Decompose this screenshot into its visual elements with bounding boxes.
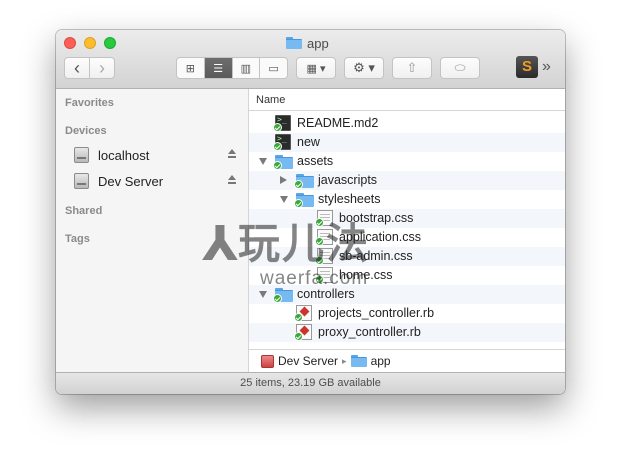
synced-check-icon [294, 180, 303, 189]
sidebar-item-localhost[interactable]: localhost [74, 145, 244, 165]
file-row[interactable]: home.css [249, 266, 565, 285]
synced-check-icon [315, 256, 324, 265]
file-name: controllers [297, 287, 355, 301]
sublime-letter: S [521, 58, 532, 75]
sidebar-item-label: localhost [98, 147, 150, 163]
list-view-icon: ☰ [213, 62, 224, 75]
path-item-dev-server[interactable]: Dev Server [278, 354, 338, 368]
file-name: assets [297, 154, 334, 168]
file-name: new [297, 135, 320, 149]
view-switcher: ⊞ ☰ ▥ ▭ [176, 57, 288, 79]
back-icon: ‹ [74, 57, 80, 78]
file-row[interactable]: new [249, 133, 565, 152]
sidebar-item-label: Dev Server [98, 173, 164, 189]
column-view-icon: ▥ [240, 62, 252, 75]
arrange-button[interactable]: ▦ ▾ [296, 57, 336, 79]
back-button[interactable]: ‹ [64, 57, 90, 79]
folder-icon [350, 355, 367, 367]
synced-check-icon [315, 218, 324, 227]
title-bar: app ‹ › ⊞ ☰ ▥ ▭ ▦ ▾ ⚙ ▾ ⇧ ⬭ S » [56, 30, 565, 89]
window-title-text: app [307, 35, 329, 51]
file-name: projects_controller.rb [318, 306, 435, 320]
synced-check-icon [273, 123, 282, 132]
synced-check-icon [294, 199, 303, 208]
file-name: proxy_controller.rb [318, 325, 421, 339]
disclosure-collapsed-icon[interactable] [280, 176, 287, 184]
file-row[interactable]: javascripts [249, 171, 565, 190]
synced-check-icon [273, 142, 282, 151]
file-list: README.md2 new assets javascripts stylesheet… [249, 111, 565, 351]
file-name: javascripts [318, 173, 378, 187]
minimize-button[interactable] [84, 37, 96, 49]
synced-check-icon [273, 161, 282, 170]
file-row[interactable]: bootstrap.css [249, 209, 565, 228]
synced-check-icon [315, 237, 324, 246]
hard-disk-icon [74, 147, 89, 163]
synced-check-icon [294, 332, 303, 341]
disclosure-expanded-icon[interactable] [259, 158, 267, 165]
file-name: sb-admin.css [339, 249, 413, 263]
file-list-pane: Name README.md2 new assets javascripts style… [249, 89, 565, 372]
file-name: home.css [339, 268, 393, 282]
sidebar-section-devices: Devices [65, 125, 107, 137]
tag-button[interactable]: ⬭ [440, 57, 480, 79]
path-separator-icon: ▸ [342, 355, 347, 366]
sublime-text-icon[interactable]: S [516, 56, 538, 78]
forward-icon: › [99, 57, 105, 78]
status-bar: 25 items, 23.19 GB available [56, 372, 565, 394]
disclosure-expanded-icon[interactable] [259, 291, 267, 298]
action-button[interactable]: ⚙ ▾ [344, 57, 384, 79]
icon-view-icon: ⊞ [185, 62, 195, 75]
file-row[interactable]: application.css [249, 228, 565, 247]
column-header-name[interactable]: Name [249, 89, 565, 111]
gear-icon: ⚙ ▾ [353, 60, 375, 75]
tag-icon: ⬭ [454, 60, 466, 75]
sidebar: Favorites Devices localhost Dev Server S… [56, 89, 249, 372]
file-row[interactable]: projects_controller.rb [249, 304, 565, 323]
file-row[interactable]: proxy_controller.rb [249, 323, 565, 342]
forward-button[interactable]: › [89, 57, 115, 79]
eject-icon[interactable] [228, 149, 236, 158]
finder-window: app ‹ › ⊞ ☰ ▥ ▭ ▦ ▾ ⚙ ▾ ⇧ ⬭ S » Favorite… [56, 30, 565, 394]
eject-icon[interactable] [228, 175, 236, 184]
synced-check-icon [315, 275, 324, 284]
disclosure-expanded-icon[interactable] [280, 196, 288, 203]
coverflow-view-button[interactable]: ▭ [260, 58, 287, 78]
file-row[interactable]: sb-admin.css [249, 247, 565, 266]
close-button[interactable] [64, 37, 76, 49]
toolbar-overflow-button[interactable]: » [542, 58, 551, 76]
chevron-double-right-icon: » [542, 58, 551, 75]
file-row[interactable]: controllers [249, 285, 565, 304]
arrange-icon: ▦ ▾ [306, 62, 326, 75]
share-button[interactable]: ⇧ [392, 57, 432, 79]
column-view-button[interactable]: ▥ [233, 58, 261, 78]
sidebar-section-tags: Tags [65, 233, 90, 245]
sidebar-section-favorites: Favorites [65, 97, 114, 109]
hard-disk-icon [74, 173, 89, 189]
file-name: bootstrap.css [339, 211, 414, 225]
coverflow-view-icon: ▭ [268, 62, 279, 75]
folder-icon [286, 37, 302, 49]
sidebar-item-dev-server[interactable]: Dev Server [74, 171, 244, 191]
file-name: application.css [339, 230, 421, 244]
file-row[interactable]: README.md2 [249, 114, 565, 133]
zoom-button[interactable] [104, 37, 116, 49]
file-name: README.md2 [297, 116, 379, 130]
list-view-button[interactable]: ☰ [204, 58, 233, 78]
icon-view-button[interactable]: ⊞ [177, 58, 205, 78]
sidebar-section-shared: Shared [65, 205, 103, 217]
file-row[interactable]: assets [249, 152, 565, 171]
window-title: app [286, 34, 329, 52]
path-bar: Dev Server ▸ app [249, 349, 565, 372]
synced-check-icon [294, 313, 303, 322]
synced-check-icon [273, 294, 282, 303]
path-item-app[interactable]: app [371, 354, 391, 368]
file-row[interactable]: stylesheets [249, 190, 565, 209]
file-name: stylesheets [318, 192, 381, 206]
share-icon: ⇧ [406, 60, 418, 75]
server-disk-icon [261, 354, 274, 368]
